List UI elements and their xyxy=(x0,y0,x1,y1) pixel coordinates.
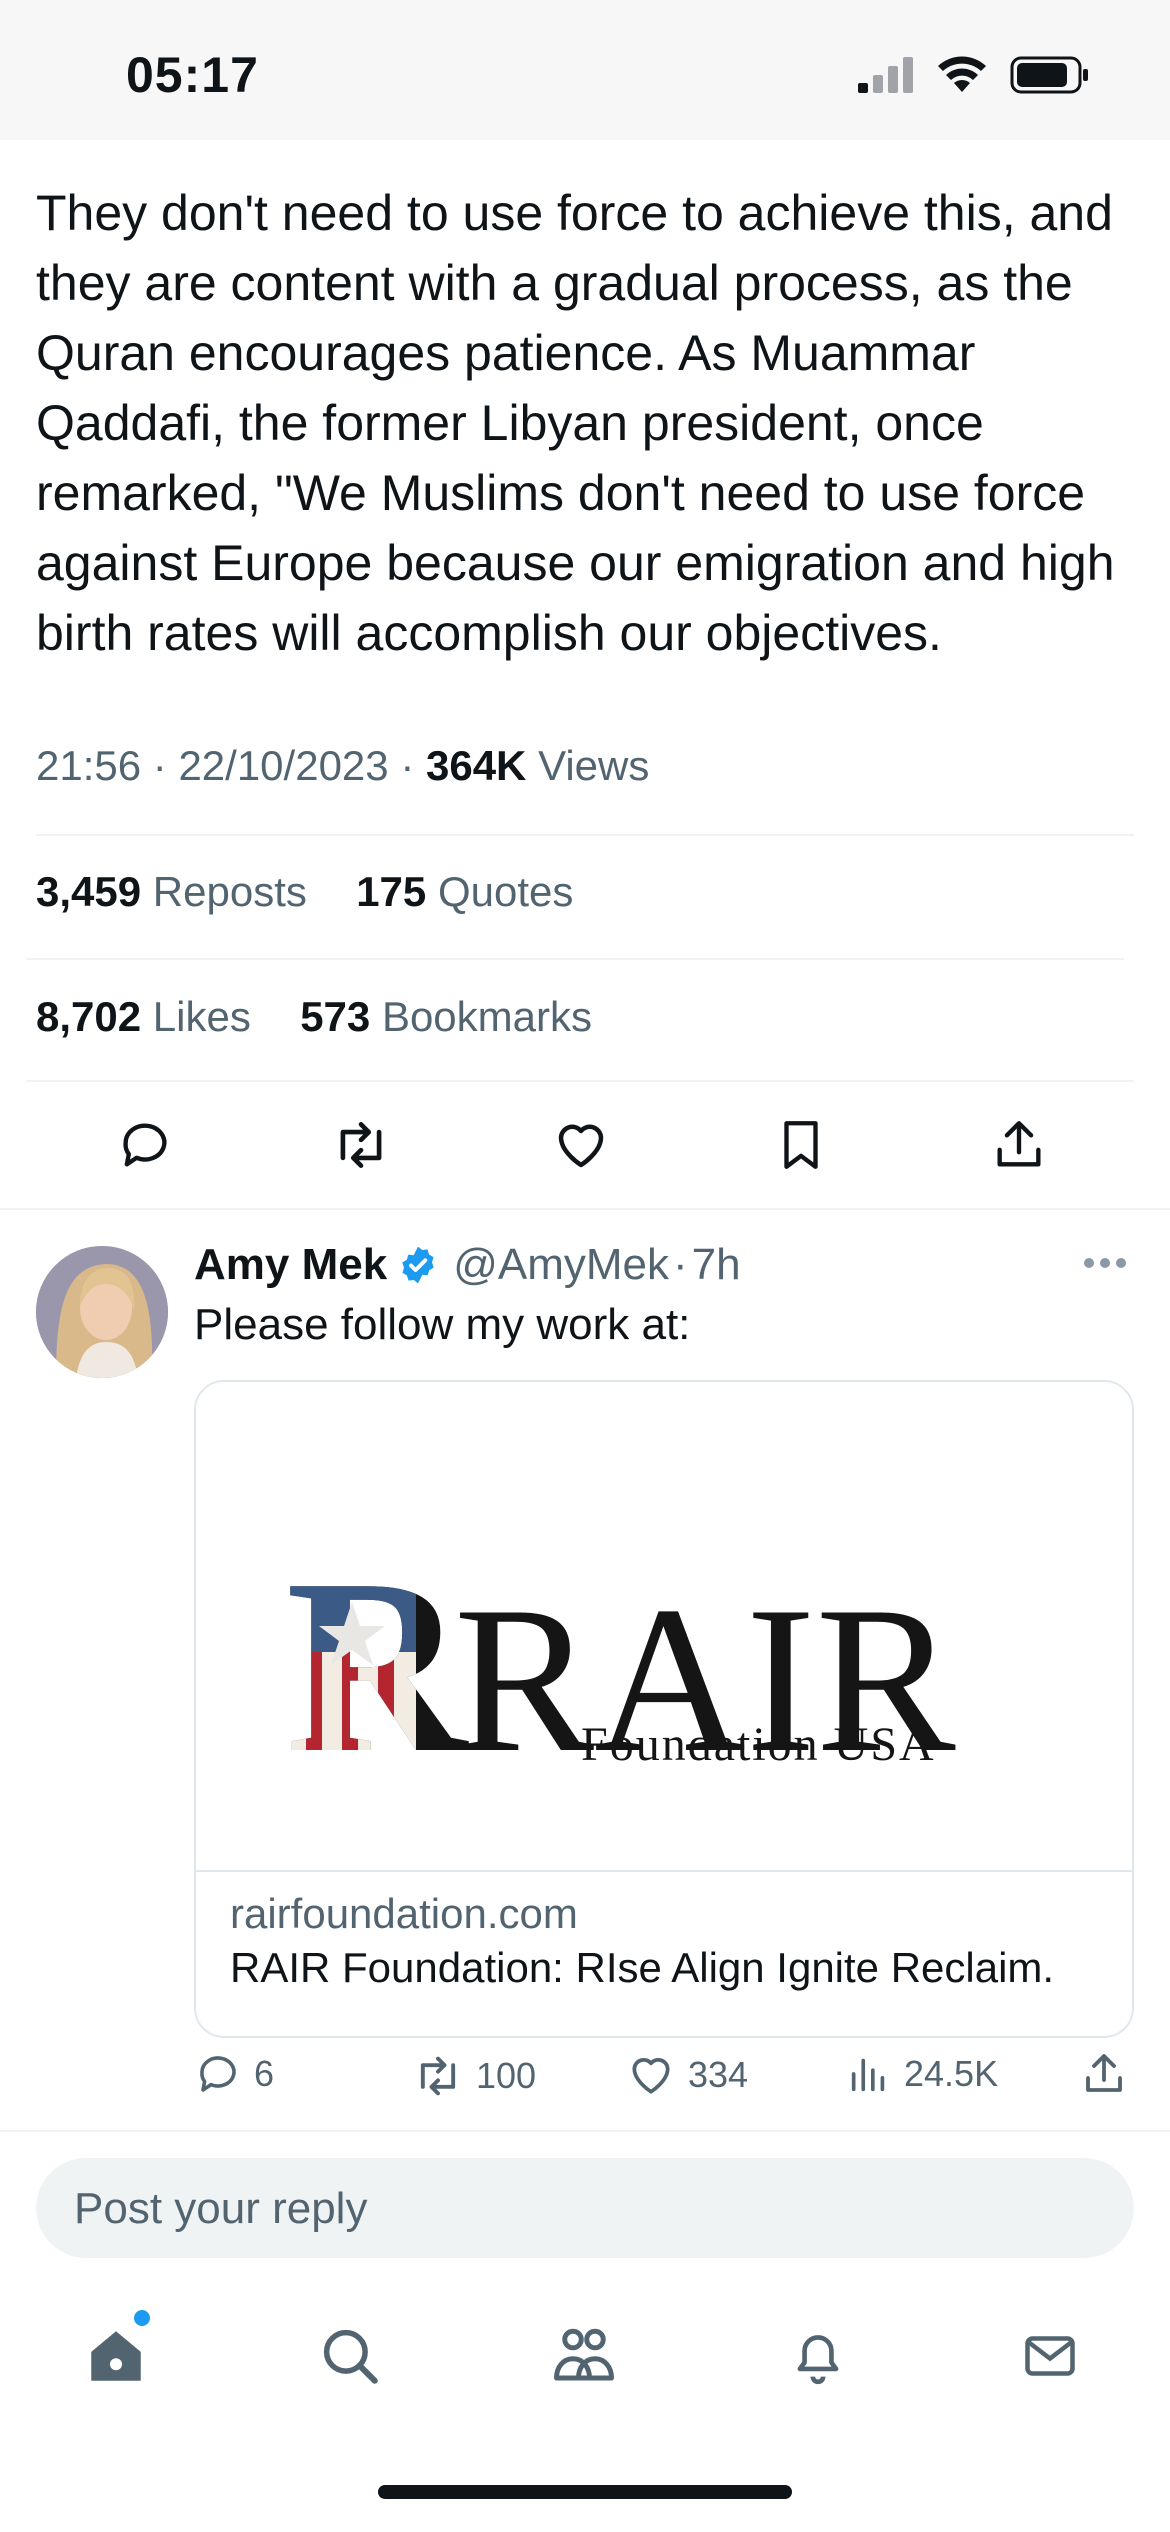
reply-like-count: 334 xyxy=(688,2054,749,2095)
reply-icon[interactable] xyxy=(110,1110,180,1180)
more-options-icon[interactable] xyxy=(1082,1256,1128,1275)
reply-repost-count: 100 xyxy=(476,2055,537,2096)
divider xyxy=(26,958,1124,960)
repost-icon[interactable] xyxy=(326,1110,396,1180)
quotes-count: 175 xyxy=(356,868,427,915)
bottom-tab-bar xyxy=(0,2290,1170,2430)
bookmarks-link[interactable]: 573 Bookmarks xyxy=(300,993,592,1040)
reply-views-button[interactable]: 24.5K xyxy=(846,2050,998,2098)
notifications-icon[interactable] xyxy=(778,2316,858,2396)
tweet-action-bar xyxy=(0,1100,1170,1190)
reposts-link[interactable]: 3,459 Reposts xyxy=(36,868,319,915)
reply-repost-button[interactable]: 100 xyxy=(412,2050,536,2102)
home-indicator xyxy=(378,2485,792,2499)
quotes-label: Quotes xyxy=(437,868,574,915)
divider xyxy=(36,834,1134,836)
status-time: 05:17 xyxy=(126,47,259,103)
reply-author-handle[interactable]: @AmyMek xyxy=(453,1240,669,1290)
communities-icon[interactable] xyxy=(544,2316,624,2396)
tweet-meta: 21:56 · 22/10/2023 · 364K Views xyxy=(36,742,649,790)
reply-tweet[interactable]: Amy Mek @AmyMek · 7h Please follow my wo… xyxy=(0,1210,1170,2130)
likes-link[interactable]: 8,702 Likes xyxy=(36,993,263,1040)
tweet-date[interactable]: 22/10/2023 xyxy=(178,742,388,789)
tweet-time[interactable]: 21:56 xyxy=(36,742,141,789)
views-label: Views xyxy=(538,742,650,789)
like-icon[interactable] xyxy=(546,1110,616,1180)
battery-icon xyxy=(1010,56,1090,99)
reply-comment-button[interactable]: 6 xyxy=(194,2050,274,2098)
reply-input[interactable]: Post your reply xyxy=(36,2158,1134,2258)
like-icon xyxy=(632,2058,670,2094)
card-title: RAIR Foundation: RIse Align Ignite Recla… xyxy=(230,1944,1055,1991)
avatar[interactable] xyxy=(36,1246,168,1378)
likes-label: Likes xyxy=(152,993,251,1040)
bookmark-icon[interactable] xyxy=(766,1110,836,1180)
signal-icon xyxy=(858,57,914,98)
reposts-label: Reposts xyxy=(152,868,307,915)
home-icon[interactable] xyxy=(76,2316,156,2396)
reposts-quotes-row: 3,459 Reposts 175 Quotes xyxy=(36,868,573,916)
reply-author-name[interactable]: Amy Mek xyxy=(194,1240,387,1290)
share-icon[interactable] xyxy=(984,1110,1054,1180)
divider xyxy=(26,1080,1134,1082)
status-bar: 05:17 xyxy=(0,0,1170,140)
meta-separator: · xyxy=(672,1240,688,1289)
meta-separator: · xyxy=(400,742,426,789)
reply-input-placeholder: Post your reply xyxy=(74,2184,368,2233)
reply-age: 7h xyxy=(691,1240,741,1289)
wifi-icon xyxy=(936,56,988,99)
card-domain: rairfoundation.com xyxy=(230,1890,578,1937)
link-card[interactable]: R R RAIR Foundation USA rairfoundation.c… xyxy=(194,1380,1134,2038)
reply-header: Amy Mek @AmyMek · 7h xyxy=(194,1240,741,1290)
repost-icon xyxy=(420,2056,456,2096)
reply-comment-count: 6 xyxy=(254,2053,275,2094)
tweet-text: They don't need to use force to achieve … xyxy=(36,185,1115,661)
views-count: 364K xyxy=(425,742,527,789)
bookmarks-label: Bookmarks xyxy=(381,993,592,1040)
divider xyxy=(0,2130,1170,2132)
reposts-count: 3,459 xyxy=(36,868,142,915)
verified-badge-icon xyxy=(397,1244,439,1286)
views-icon xyxy=(851,2058,885,2092)
messages-icon[interactable] xyxy=(1010,2316,1090,2396)
quotes-link[interactable]: 175 Quotes xyxy=(356,868,573,915)
search-icon[interactable] xyxy=(310,2316,390,2396)
reply-text: Please follow my work at: xyxy=(194,1300,691,1349)
likes-count: 8,702 xyxy=(36,993,142,1040)
status-icons xyxy=(858,56,1090,99)
reply-share-button[interactable] xyxy=(1080,2050,1128,2098)
reply-action-bar: 6 100 334 24.5K xyxy=(194,2050,1134,2110)
likes-bookmarks-row: 8,702 Likes 573 Bookmarks xyxy=(36,993,592,1041)
reply-like-button[interactable]: 334 xyxy=(626,2050,748,2100)
share-icon xyxy=(1086,2054,1122,2092)
bookmarks-count: 573 xyxy=(300,993,371,1040)
reply-views-count: 24.5K xyxy=(904,2053,999,2094)
home-notification-dot xyxy=(134,2310,150,2326)
card-image: R R RAIR Foundation USA xyxy=(196,1382,1132,1872)
card-logo-subtext: Foundation USA xyxy=(581,1718,936,1771)
reply-icon xyxy=(200,2056,236,2092)
meta-separator: · xyxy=(152,742,179,789)
rair-logo: R R RAIR Foundation USA xyxy=(286,1528,956,1805)
